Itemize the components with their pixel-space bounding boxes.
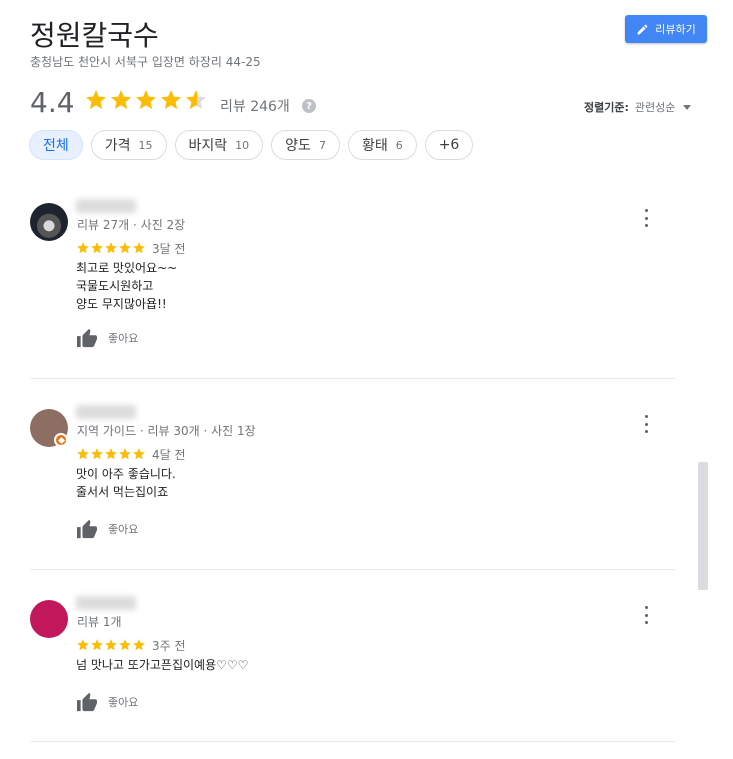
reviewer-meta: 리뷰 27개 · 사진 2장 — [77, 218, 186, 232]
avatar[interactable] — [30, 203, 68, 241]
star-icon — [91, 448, 103, 460]
local-guide-badge-icon — [54, 433, 68, 447]
sort-dropdown[interactable]: 정렬기준: 관련성순 — [584, 99, 692, 115]
review-count: 리뷰 246개 — [220, 99, 290, 115]
avatar[interactable] — [30, 600, 68, 638]
chip-clam[interactable]: 바지락 10 — [174, 130, 264, 160]
like-button[interactable]: 좋아요 — [76, 692, 138, 712]
review-stars — [76, 241, 146, 255]
thumbs-up-icon — [77, 692, 97, 712]
like-label: 좋아요 — [108, 696, 139, 709]
review-time: 3달 전 — [152, 242, 186, 256]
thumbs-up-icon — [77, 328, 97, 348]
sort-label: 정렬기준: — [584, 101, 629, 114]
star-icon — [133, 242, 145, 254]
like-label: 좋아요 — [108, 332, 139, 345]
pencil-icon — [637, 24, 648, 34]
more-options-icon[interactable] — [640, 415, 652, 433]
star-icon — [105, 639, 117, 651]
star-icon — [161, 90, 181, 109]
topic-chips: 전체 가격 15 바지락 10 양도 7 황태 6 +6 — [29, 130, 474, 160]
caret-down-icon — [683, 104, 692, 110]
star-icon — [119, 639, 131, 651]
chip-all[interactable]: 전체 — [29, 130, 83, 160]
star-icon — [77, 242, 89, 254]
chip-label: 전체 — [43, 138, 69, 154]
chip-portion[interactable]: 양도 7 — [271, 130, 340, 160]
reviewer-name-blurred[interactable] — [76, 199, 136, 213]
reviewer-name-blurred[interactable] — [76, 596, 136, 610]
star-icon — [86, 90, 106, 109]
reviewer-meta: 지역 가이드 · 리뷰 30개 · 사진 1장 — [77, 424, 256, 438]
chip-count: 6 — [395, 138, 403, 152]
help-icon[interactable]: ? — [302, 99, 316, 113]
review-stars — [76, 447, 146, 461]
like-label: 좋아요 — [108, 523, 139, 536]
star-icon — [105, 448, 117, 460]
write-review-label: 리뷰하기 — [655, 23, 696, 36]
reviewer-name-blurred[interactable] — [76, 405, 136, 419]
chip-count: 15 — [138, 138, 153, 152]
star-icon — [105, 242, 117, 254]
star-icon — [77, 639, 89, 651]
star-icon — [186, 90, 206, 109]
star-icon — [111, 90, 131, 109]
divider — [30, 378, 676, 379]
review-text: 넘 맛나고 또가고픈집이예용♡♡♡ — [76, 658, 249, 672]
place-address: 충청남도 천안시 서북구 입장면 하장리 44-25 — [30, 55, 261, 69]
scrollbar[interactable] — [698, 462, 708, 590]
chip-price[interactable]: 가격 15 — [90, 130, 167, 160]
chip-more[interactable]: +6 — [424, 130, 474, 160]
review-text: 맛이 아주 좋습니다. 줄서서 먹는집이죠 — [76, 467, 176, 499]
chip-label: 황태 — [361, 138, 388, 154]
more-options-icon[interactable] — [640, 209, 652, 227]
star-icon — [133, 639, 145, 651]
average-rating: 4.4 — [30, 86, 75, 119]
chip-label: 바지락 — [188, 138, 228, 154]
like-button[interactable]: 좋아요 — [76, 519, 138, 539]
divider — [30, 569, 676, 570]
review-stars — [76, 638, 146, 652]
chip-label: 가격 — [104, 138, 131, 154]
chip-pollack[interactable]: 황태 6 — [347, 130, 417, 160]
write-review-button[interactable]: 리뷰하기 — [625, 15, 707, 43]
divider — [30, 741, 676, 742]
chip-count: 10 — [235, 138, 250, 152]
thumbs-up-icon — [77, 519, 97, 539]
star-icon — [91, 639, 103, 651]
star-icon — [136, 90, 156, 109]
reviewer-meta: 리뷰 1개 — [77, 615, 122, 629]
chip-label: 양도 — [285, 138, 311, 154]
place-title: 정원칼국수 — [30, 19, 159, 52]
star-icon — [119, 448, 131, 460]
sort-value: 관련성순 — [634, 101, 676, 114]
star-icon — [119, 242, 131, 254]
chip-label: +6 — [438, 137, 460, 153]
star-icon — [133, 448, 145, 460]
star-icon — [91, 242, 103, 254]
review-time: 4달 전 — [152, 448, 186, 462]
average-rating-stars — [84, 88, 208, 112]
star-icon — [77, 448, 89, 460]
review-time: 3주 전 — [152, 639, 186, 653]
more-options-icon[interactable] — [640, 606, 652, 624]
like-button[interactable]: 좋아요 — [76, 328, 138, 348]
review-text: 최고로 맛있어요~~ 국물도시원하고 양도 무지많아욥!! — [76, 261, 178, 311]
chip-count: 7 — [318, 138, 326, 152]
